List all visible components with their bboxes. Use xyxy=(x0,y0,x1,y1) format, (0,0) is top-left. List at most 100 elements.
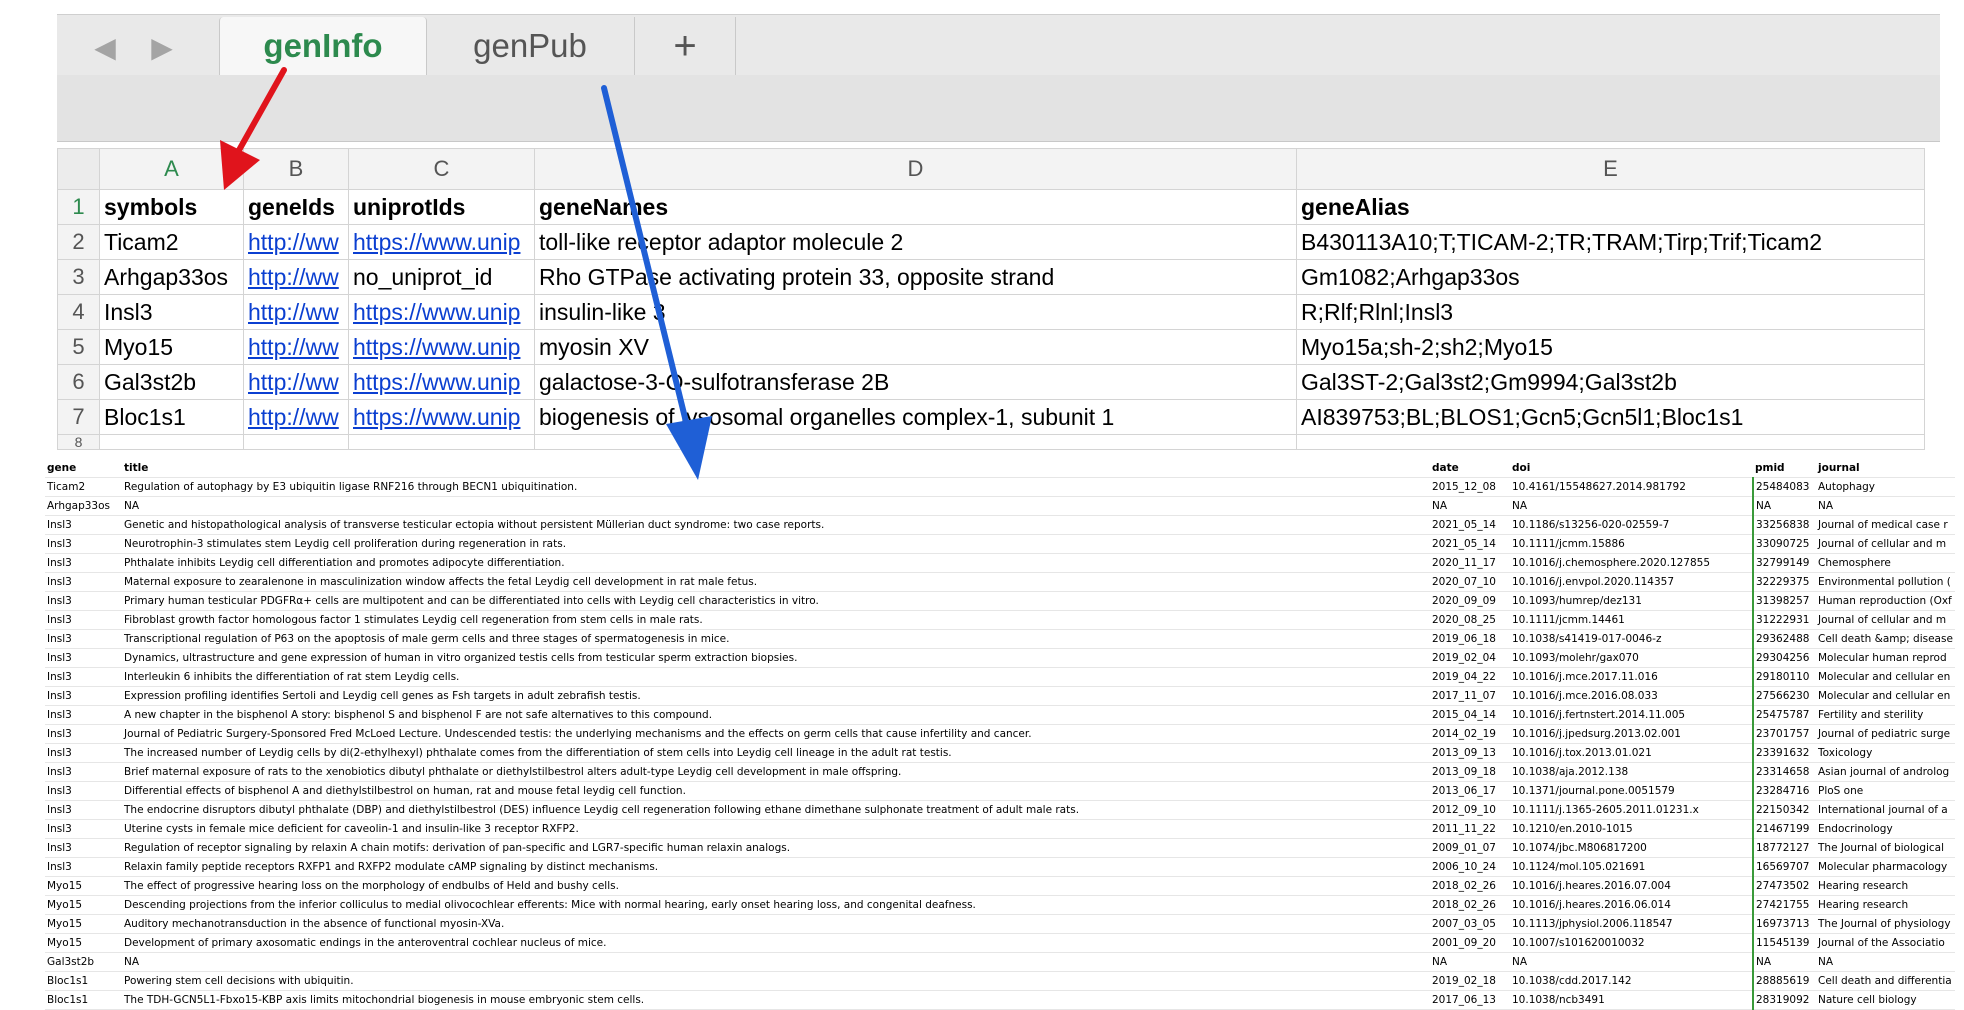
pub-cell-gene[interactable]: Insl3 xyxy=(45,705,122,725)
pub-cell-title[interactable]: Descending projections from the inferior… xyxy=(122,895,1430,915)
pub-cell-title[interactable]: The endocrine disruptors dibutyl phthala… xyxy=(122,800,1430,820)
pub-cell-title[interactable]: Dynamics, ultrastructure and gene expres… xyxy=(122,648,1430,668)
pub-cell-gene[interactable]: Insl3 xyxy=(45,648,122,668)
pub-cell-journal[interactable]: PloS one xyxy=(1816,781,1955,801)
pub-cell-journal[interactable]: NA xyxy=(1816,952,1955,972)
column-header-c[interactable]: C xyxy=(348,148,535,190)
back-arrow-icon[interactable]: ◀ xyxy=(87,29,123,65)
pub-cell-journal[interactable]: Hearing research xyxy=(1816,895,1955,915)
pub-cell-gene[interactable]: Insl3 xyxy=(45,724,122,744)
pub-cell-journal[interactable]: Cell death &amp; disease xyxy=(1816,629,1955,649)
pub-header-title[interactable]: title xyxy=(122,459,1430,478)
pub-cell-pmid[interactable]: 27566230 xyxy=(1752,686,1816,706)
pub-cell-pmid[interactable]: 16569707 xyxy=(1752,857,1816,877)
column-header-d[interactable]: D xyxy=(534,148,1297,190)
pub-cell-doi[interactable]: 10.1038/aja.2012.138 xyxy=(1510,762,1753,782)
pub-cell-title[interactable]: Genetic and histopathological analysis o… xyxy=(122,515,1430,535)
cell[interactable]: Insl3 xyxy=(99,294,244,330)
pub-cell-doi[interactable]: 10.1038/s41419-017-0046-z xyxy=(1510,629,1753,649)
cell[interactable]: Ticam2 xyxy=(99,224,244,260)
pub-cell-doi[interactable]: 10.4161/15548627.2014.981792 xyxy=(1510,477,1753,497)
pub-cell-pmid[interactable]: 31398257 xyxy=(1752,591,1816,611)
pub-cell-date[interactable]: 2018_02_26 xyxy=(1430,876,1510,896)
tab-geninfo[interactable]: genInfo xyxy=(219,17,427,75)
pub-cell-doi[interactable]: 10.1038/cdd.2017.142 xyxy=(1510,971,1753,991)
pub-cell-title[interactable]: Regulation of receptor signaling by rela… xyxy=(122,838,1430,858)
pub-cell-date[interactable]: 2014_02_19 xyxy=(1430,724,1510,744)
pub-cell-gene[interactable]: Insl3 xyxy=(45,515,122,535)
column-header-e[interactable]: E xyxy=(1296,148,1925,190)
pub-cell-gene[interactable]: Myo15 xyxy=(45,876,122,896)
pub-cell-gene[interactable]: Arhgap33os xyxy=(45,496,122,516)
cell[interactable] xyxy=(1296,434,1925,450)
pub-cell-pmid[interactable]: 33256838 xyxy=(1752,515,1816,535)
cell-link[interactable]: https://www.unip xyxy=(348,364,535,400)
pub-cell-pmid[interactable]: 21467199 xyxy=(1752,819,1816,839)
pub-cell-pmid[interactable]: 28885619 xyxy=(1752,971,1816,991)
pub-cell-journal[interactable]: Hearing research xyxy=(1816,876,1955,896)
pub-cell-gene[interactable]: Ticam2 xyxy=(45,477,122,497)
header-cell[interactable]: geneAlias xyxy=(1296,189,1925,225)
cell-link[interactable]: https://www.unip xyxy=(348,294,535,330)
pub-cell-pmid[interactable]: 29180110 xyxy=(1752,667,1816,687)
pub-cell-doi[interactable]: 10.1016/j.mce.2017.11.016 xyxy=(1510,667,1753,687)
pub-cell-doi[interactable]: 10.1038/ncb3491 xyxy=(1510,990,1753,1010)
row-header[interactable]: 7 xyxy=(57,399,100,435)
cell[interactable]: R;Rlf;Rlnl;Insl3 xyxy=(1296,294,1925,330)
pub-cell-journal[interactable]: Molecular human reprod xyxy=(1816,648,1955,668)
pub-cell-pmid[interactable]: 25484083 xyxy=(1752,477,1816,497)
pub-cell-doi[interactable]: 10.1016/j.jpedsurg.2013.02.001 xyxy=(1510,724,1753,744)
cell[interactable] xyxy=(534,434,1297,450)
pub-cell-title[interactable]: Maternal exposure to zearalenone in masc… xyxy=(122,572,1430,592)
pub-cell-doi[interactable]: 10.1124/mol.105.021691 xyxy=(1510,857,1753,877)
pub-cell-pmid[interactable]: NA xyxy=(1752,496,1816,516)
cell-link[interactable]: http://ww xyxy=(243,364,349,400)
pub-cell-date[interactable]: 2013_09_18 xyxy=(1430,762,1510,782)
pub-cell-pmid[interactable]: NA xyxy=(1752,952,1816,972)
pub-cell-pmid[interactable]: 27473502 xyxy=(1752,876,1816,896)
pub-cell-title[interactable]: Relaxin family peptide receptors RXFP1 a… xyxy=(122,857,1430,877)
cell[interactable]: B430113A10;T;TICAM-2;TR;TRAM;Tirp;Trif;T… xyxy=(1296,224,1925,260)
pub-cell-date[interactable]: 2013_09_13 xyxy=(1430,743,1510,763)
header-cell[interactable]: geneNames xyxy=(534,189,1297,225)
pub-cell-date[interactable]: 2011_11_22 xyxy=(1430,819,1510,839)
header-cell[interactable]: uniprotIds xyxy=(348,189,535,225)
pub-cell-title[interactable]: Journal of Pediatric Surgery-Sponsored F… xyxy=(122,724,1430,744)
header-cell[interactable]: symbols xyxy=(99,189,244,225)
pub-cell-journal[interactable]: Chemosphere xyxy=(1816,553,1955,573)
row-header[interactable]: 4 xyxy=(57,294,100,330)
cell[interactable] xyxy=(243,434,349,450)
cell[interactable]: biogenesis of lysosomal organelles compl… xyxy=(534,399,1297,435)
pub-cell-date[interactable]: 2020_07_10 xyxy=(1430,572,1510,592)
pub-cell-pmid[interactable]: 23391632 xyxy=(1752,743,1816,763)
pub-cell-doi[interactable]: 10.1186/s13256-020-02559-7 xyxy=(1510,515,1753,535)
cell[interactable] xyxy=(348,434,535,450)
pub-cell-journal[interactable]: Journal of cellular and m xyxy=(1816,610,1955,630)
row-header[interactable]: 1 xyxy=(57,189,100,225)
tab-genpub[interactable]: genPub xyxy=(426,17,635,75)
pub-cell-doi[interactable]: 10.1016/j.envpol.2020.114357 xyxy=(1510,572,1753,592)
pub-cell-title[interactable]: Auditory mechanotransduction in the abse… xyxy=(122,914,1430,934)
pub-cell-title[interactable]: Phthalate inhibits Leydig cell different… xyxy=(122,553,1430,573)
pub-cell-gene[interactable]: Bloc1s1 xyxy=(45,971,122,991)
pub-cell-journal[interactable]: Environmental pollution ( xyxy=(1816,572,1955,592)
pub-cell-pmid[interactable]: 23701757 xyxy=(1752,724,1816,744)
pub-cell-gene[interactable]: Bloc1s1 xyxy=(45,990,122,1010)
pub-cell-title[interactable]: Fibroblast growth factor homologous fact… xyxy=(122,610,1430,630)
pub-cell-title[interactable]: The TDH-GCN5L1-Fbxo15-KBP axis limits mi… xyxy=(122,990,1430,1010)
pub-cell-date[interactable]: 2018_02_26 xyxy=(1430,895,1510,915)
pub-cell-doi[interactable]: 10.1016/j.chemosphere.2020.127855 xyxy=(1510,553,1753,573)
cell[interactable]: Gal3ST-2;Gal3st2;Gm9994;Gal3st2b xyxy=(1296,364,1925,400)
pub-cell-title[interactable]: Interleukin 6 inhibits the differentiati… xyxy=(122,667,1430,687)
pub-cell-date[interactable]: NA xyxy=(1430,496,1510,516)
pub-cell-doi[interactable]: 10.1016/j.heares.2016.07.004 xyxy=(1510,876,1753,896)
pub-cell-pmid[interactable]: 32799149 xyxy=(1752,553,1816,573)
pub-cell-doi[interactable]: 10.1111/jcmm.14461 xyxy=(1510,610,1753,630)
pub-cell-doi[interactable]: 10.1016/j.fertnstert.2014.11.005 xyxy=(1510,705,1753,725)
pub-cell-gene[interactable]: Insl3 xyxy=(45,781,122,801)
pub-cell-pmid[interactable]: 22150342 xyxy=(1752,800,1816,820)
pub-cell-title[interactable]: Uterine cysts in female mice deficient f… xyxy=(122,819,1430,839)
pub-cell-journal[interactable]: Cell death and differentia xyxy=(1816,971,1955,991)
pub-cell-doi[interactable]: 10.1371/journal.pone.0051579 xyxy=(1510,781,1753,801)
pub-cell-title[interactable]: Neurotrophin-3 stimulates stem Leydig ce… xyxy=(122,534,1430,554)
